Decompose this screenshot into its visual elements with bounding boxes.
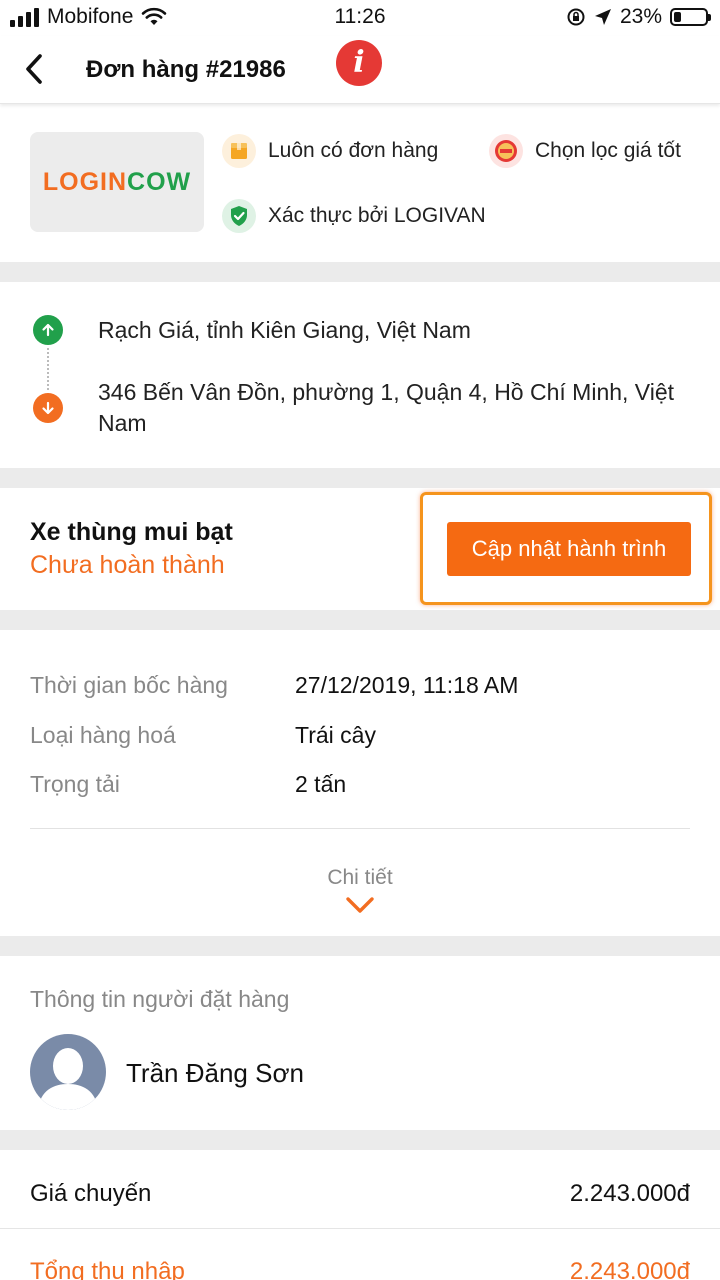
loading-time-label: Thời gian bốc hàng (30, 672, 228, 698)
company-logo: LOGIN C OW (30, 132, 204, 232)
total-income-value: 2.243.000đ (569, 1258, 690, 1280)
section-divider (0, 468, 720, 488)
details-toggle-label[interactable]: Chi tiết (0, 866, 720, 890)
pickup-address: Rạch Giá, tỉnh Kiên Giang, Việt Nam (98, 317, 471, 343)
battery-percent: 23% (619, 5, 662, 28)
badge-best-price: Chọn lọc giá tốt (489, 134, 681, 168)
trip-price-value: 2.243.000đ (569, 1180, 690, 1207)
app-header: Đơn hàng #21986 i (0, 36, 720, 104)
route-connector (47, 348, 49, 390)
orderer-section-title: Thông tin người đặt hàng (30, 986, 290, 1012)
battery-level (674, 12, 681, 22)
logo-glyph: C (127, 167, 147, 196)
shield-check-icon (222, 199, 256, 233)
avatar[interactable] (30, 1034, 106, 1110)
status-bar-right: 23% (566, 5, 711, 29)
info-icon[interactable]: i (336, 40, 382, 86)
cargo-type-value: Trái cây (295, 722, 376, 748)
logo-text-part1: LOGIN (42, 167, 128, 196)
section-divider (0, 262, 720, 282)
status-bar: Mobifone 11:26 23% (0, 0, 720, 36)
price-divider (0, 1228, 720, 1229)
dropoff-arrow-down-icon (33, 393, 63, 423)
badge-always-orders: Luôn có đơn hàng (222, 134, 438, 168)
rotation-lock-icon (567, 8, 585, 26)
trip-price-label: Giá chuyến (30, 1180, 152, 1207)
cargo-type-label: Loại hàng hoá (30, 722, 176, 748)
section-divider (0, 1130, 720, 1150)
page-title: Đơn hàng #21986 (86, 56, 286, 83)
badge-label: Xác thực bởi LOGIVAN (268, 204, 486, 227)
back-arrow-icon[interactable] (20, 52, 50, 86)
update-journey-button[interactable]: Cập nhật hành trình (447, 522, 691, 576)
battery-icon (670, 8, 711, 26)
pickup-arrow-up-icon (33, 315, 63, 345)
badge-label: Chọn lọc giá tốt (535, 139, 681, 162)
weight-label: Trọng tải (30, 771, 120, 797)
orderer-name: Trần Đăng Sơn (126, 1058, 304, 1088)
dropoff-address: 346 Bến Vân Đồn, phường 1, Quận 4, Hồ Ch… (98, 379, 675, 436)
details-divider (30, 828, 690, 829)
best-price-icon (489, 134, 523, 168)
weight-value: 2 tấn (295, 771, 347, 797)
section-divider (0, 610, 720, 630)
badge-label: Luôn có đơn hàng (268, 139, 439, 162)
trip-status: Chưa hoàn thành (30, 551, 225, 579)
package-icon (222, 134, 256, 168)
section-divider (0, 936, 720, 956)
location-arrow-icon (594, 9, 611, 25)
total-income-label: Tổng thu nhập (30, 1258, 185, 1280)
chevron-down-icon[interactable] (344, 894, 376, 916)
vehicle-type: Xe thùng mui bạt (30, 518, 233, 546)
logo-text-part2: OW (146, 167, 192, 196)
badge-verified: Xác thực bởi LOGIVAN (222, 199, 486, 233)
loading-time-value: 27/12/2019, 11:18 AM (295, 672, 519, 698)
